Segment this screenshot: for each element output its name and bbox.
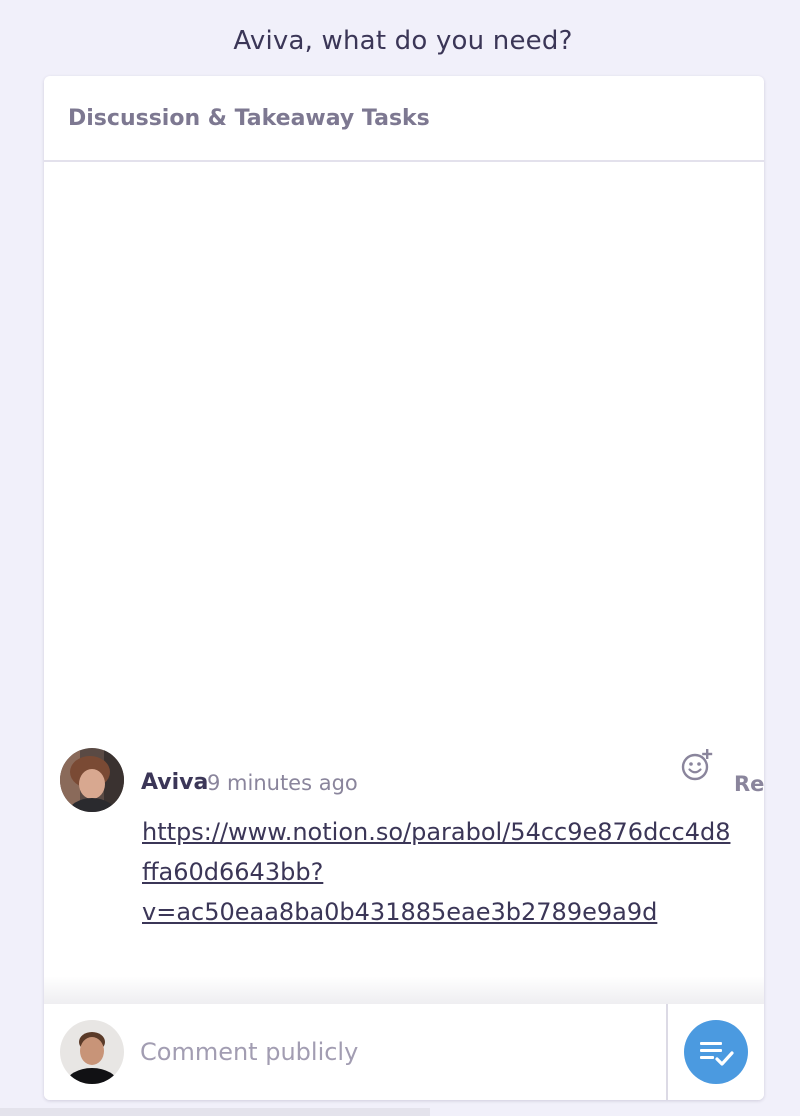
composer-divider <box>666 1004 668 1100</box>
comment-composer <box>44 1004 764 1100</box>
bottom-edge <box>0 1108 430 1116</box>
author-avatar-photo <box>60 748 124 812</box>
comment-link-line-3[interactable]: v=ac50eaa8ba0b431885eae3b2789e9a9d <box>142 892 764 932</box>
discussion-thread[interactable]: Aviva 9 minutes ago Reply https://www.no… <box>44 162 764 1004</box>
author-avatar <box>60 748 124 812</box>
discussion-card: Discussion & Takeaway Tasks Aviva 9 minu… <box>44 76 764 1100</box>
viewer-avatar-photo <box>60 1020 124 1084</box>
comment-input[interactable] <box>128 1024 670 1080</box>
card-header: Discussion & Takeaway Tasks <box>44 76 764 162</box>
composer-shadow <box>44 976 764 1004</box>
add-reaction-icon[interactable] <box>680 748 714 782</box>
comment-item: Aviva 9 minutes ago Reply https://www.no… <box>44 746 764 966</box>
comment-timestamp: 9 minutes ago <box>207 771 358 795</box>
add-task-button[interactable] <box>684 1020 748 1084</box>
add-task-icon <box>700 1042 734 1066</box>
comment-body: https://www.notion.so/parabol/54cc9e876d… <box>142 812 764 932</box>
comment-link-line-2[interactable]: ffa60d6643bb? <box>142 852 764 892</box>
comment-author[interactable]: Aviva <box>141 770 208 795</box>
comment-link-line-1[interactable]: https://www.notion.so/parabol/54cc9e876d… <box>142 812 764 852</box>
viewer-avatar <box>60 1020 124 1084</box>
card-title: Discussion & Takeaway Tasks <box>68 106 430 131</box>
reply-button[interactable]: Reply <box>734 772 764 796</box>
page-prompt: Aviva, what do you need? <box>233 26 573 56</box>
